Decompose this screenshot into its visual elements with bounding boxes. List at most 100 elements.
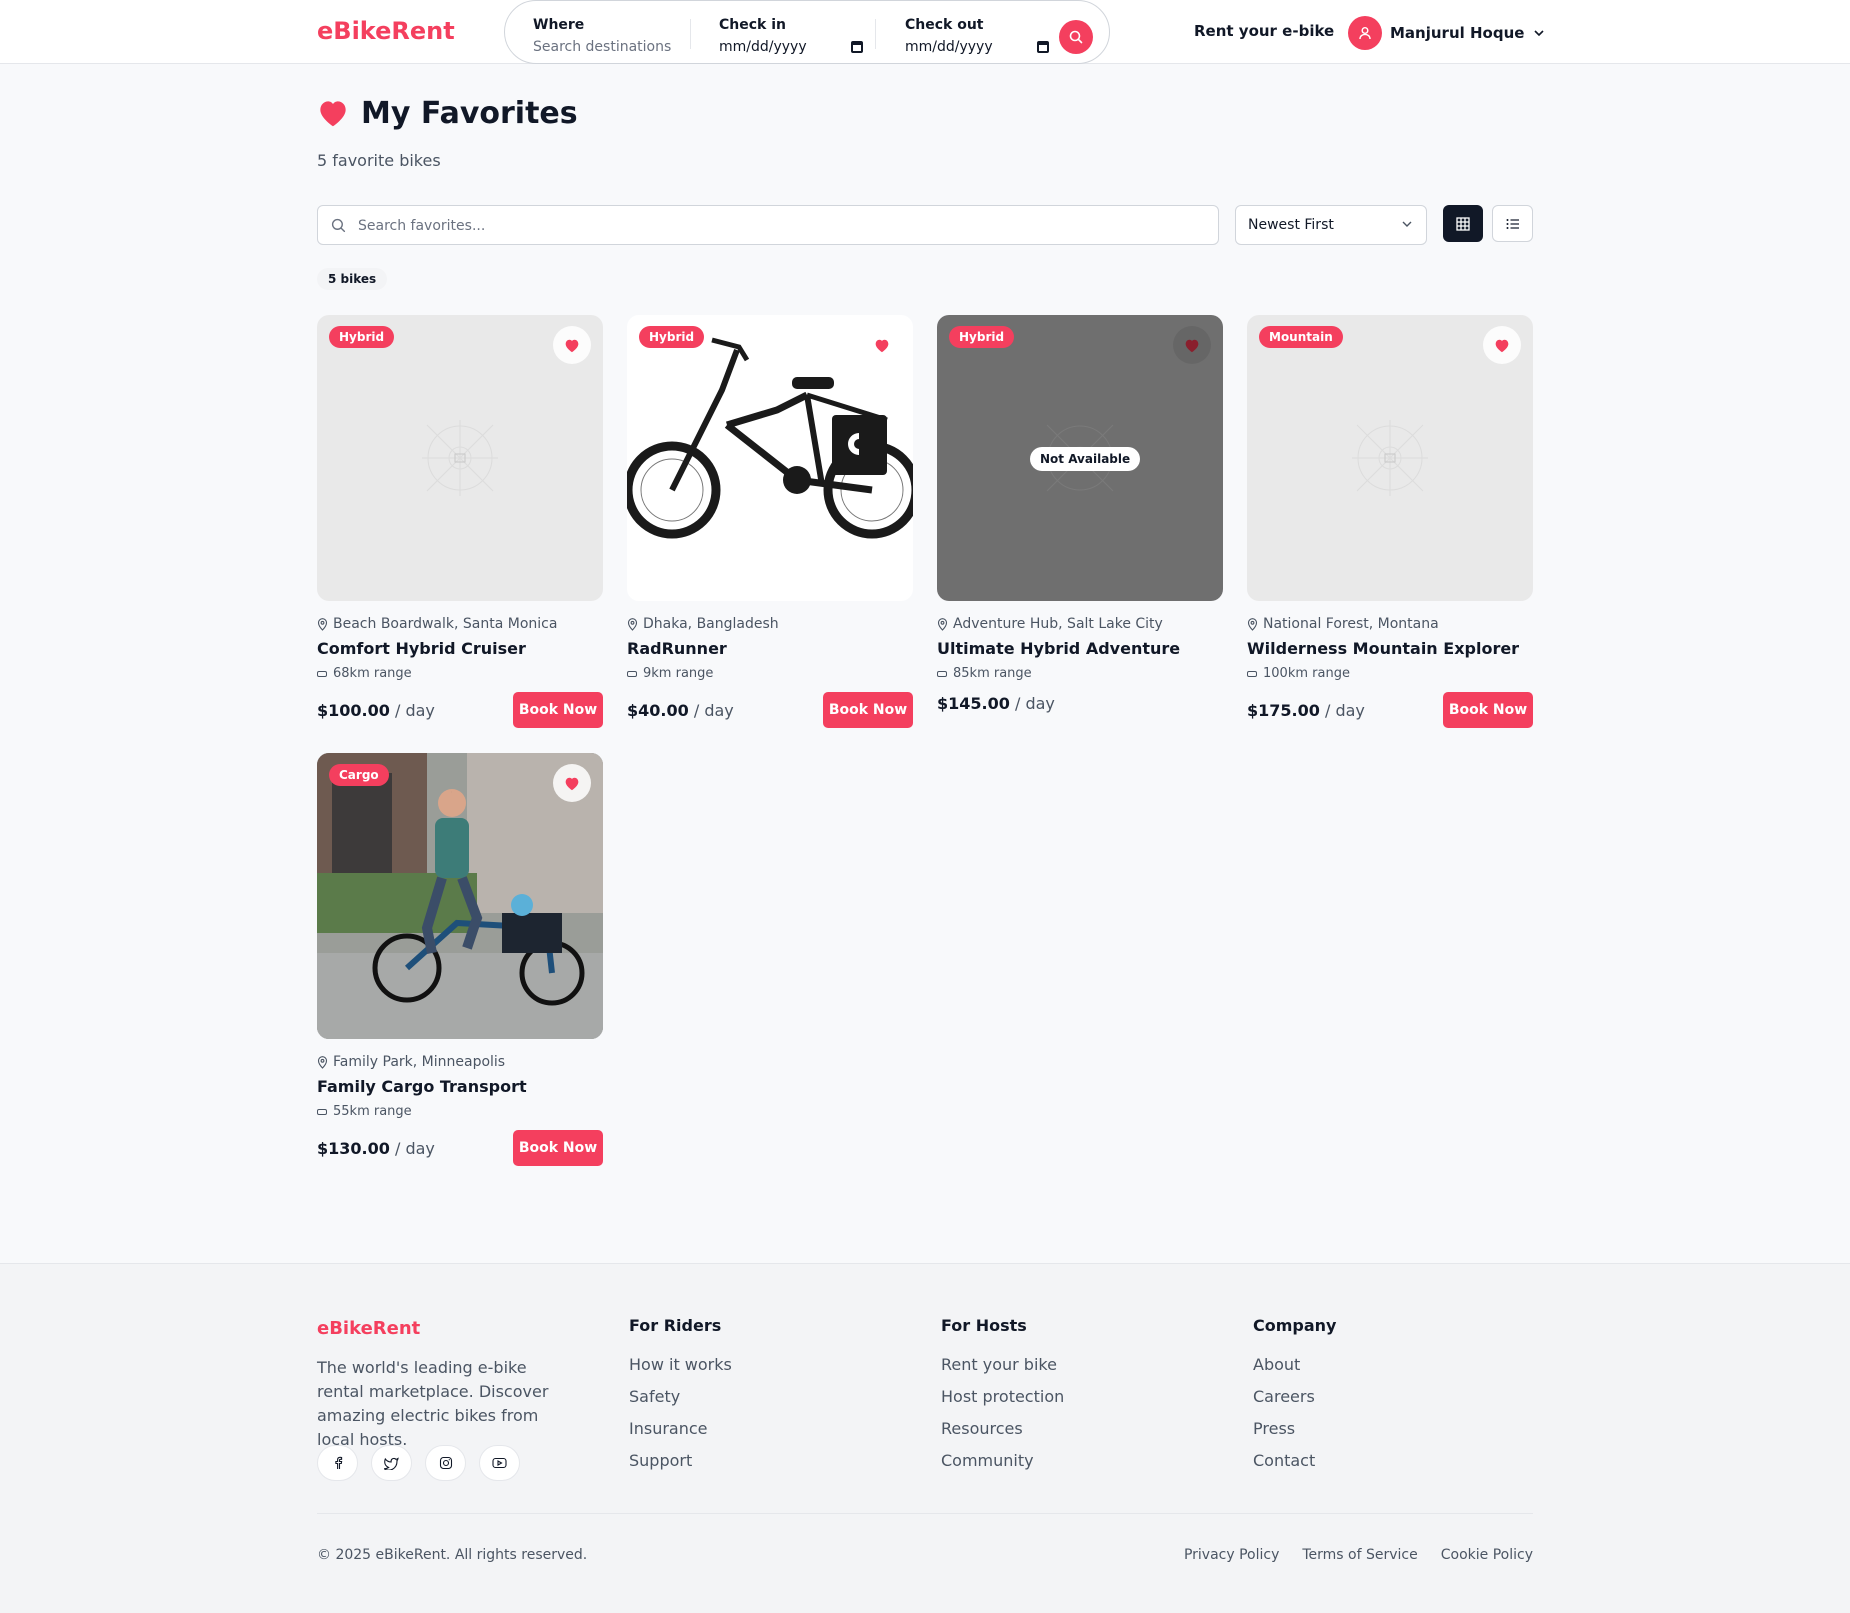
calendar-icon[interactable] <box>1036 41 1049 53</box>
favorite-button[interactable] <box>863 326 901 364</box>
footer-link[interactable]: Host protection <box>941 1386 1064 1407</box>
where-field[interactable]: Where Search destinations <box>533 17 671 55</box>
price-unit: / day <box>1014 694 1055 713</box>
instagram-link[interactable] <box>425 1445 466 1481</box>
bike-card[interactable]: Hybrid Not Available Adventure Hub, Salt… <box>937 315 1223 728</box>
footer-link[interactable]: Support <box>629 1450 732 1471</box>
map-pin-icon <box>317 1055 328 1069</box>
checkout-input[interactable]: mm/dd/yyyy <box>905 39 1049 55</box>
price: $145.00 / day <box>937 694 1055 713</box>
bike-range: 100km range <box>1247 666 1533 681</box>
footer-link[interactable]: Careers <box>1253 1386 1336 1407</box>
range-text: 9km range <box>643 666 714 681</box>
checkin-input[interactable]: mm/dd/yyyy <box>719 39 863 55</box>
bike-location: Dhaka, Bangladesh <box>627 616 913 632</box>
location-text: Dhaka, Bangladesh <box>643 616 779 632</box>
footer-description: The world's leading e-bike rental market… <box>317 1358 549 1449</box>
bike-count-badge: 5 bikes <box>317 268 388 290</box>
bike-image-placeholder[interactable]: Hybrid <box>317 315 603 601</box>
checkin-field[interactable]: Check in mm/dd/yyyy <box>719 17 863 55</box>
rent-your-ebike-link[interactable]: Rent your e-bike <box>1194 22 1334 40</box>
where-input[interactable]: Search destinations <box>533 39 671 55</box>
location-text: Adventure Hub, Salt Lake City <box>953 616 1163 632</box>
battery-icon <box>317 1108 327 1115</box>
heart-icon <box>565 339 579 352</box>
bike-card[interactable]: Cargo Family Park, Minneapolis Family Ca… <box>317 753 603 1166</box>
search-button[interactable] <box>1059 20 1093 54</box>
grid-icon <box>1456 216 1470 231</box>
sort-select[interactable]: Newest First <box>1235 205 1427 245</box>
range-text: 68km range <box>333 666 412 681</box>
footer-link[interactable]: Resources <box>941 1418 1064 1439</box>
price-unit: / day <box>693 701 734 720</box>
map-pin-icon <box>937 617 948 631</box>
footer-link[interactable]: Press <box>1253 1418 1336 1439</box>
grid-view-button[interactable] <box>1443 205 1483 242</box>
favorite-button[interactable] <box>1483 326 1521 364</box>
price-value: $100.00 <box>317 701 390 720</box>
footer-column-title: For Hosts <box>941 1316 1027 1335</box>
bike-range: 68km range <box>317 666 603 681</box>
calendar-icon[interactable] <box>850 41 863 53</box>
footer-column-title: Company <box>1253 1316 1337 1335</box>
where-label: Where <box>533 17 585 33</box>
footer-link[interactable]: About <box>1253 1354 1336 1375</box>
footer-link[interactable]: Contact <box>1253 1450 1336 1471</box>
bike-name[interactable]: Wilderness Mountain Explorer <box>1247 639 1533 658</box>
favorite-button[interactable] <box>553 326 591 364</box>
footer-link[interactable]: How it works <box>629 1354 732 1375</box>
search-favorites-input[interactable] <box>358 215 1178 237</box>
twitter-link[interactable] <box>371 1445 412 1481</box>
price-row: $100.00 / day Book Now <box>317 692 603 728</box>
book-now-button[interactable]: Book Now <box>513 1130 603 1166</box>
footer-link[interactable]: Insurance <box>629 1418 732 1439</box>
favorite-button[interactable] <box>1173 326 1211 364</box>
bike-card[interactable]: Mountain National Forest, Montana Wilder… <box>1247 315 1533 728</box>
bike-name[interactable]: Comfort Hybrid Cruiser <box>317 639 603 658</box>
terms-of-service-link[interactable]: Terms of Service <box>1302 1547 1417 1563</box>
privacy-policy-link[interactable]: Privacy Policy <box>1184 1547 1279 1563</box>
price-value: $145.00 <box>937 694 1010 713</box>
category-badge: Hybrid <box>639 326 705 348</box>
copyright: © 2025 eBikeRent. All rights reserved. <box>317 1547 588 1563</box>
user-menu[interactable]: Manjurul Hoque <box>1348 16 1545 50</box>
favorite-button[interactable] <box>553 764 591 802</box>
footer-link[interactable]: Rent your bike <box>941 1354 1064 1375</box>
range-text: 55km range <box>333 1104 412 1119</box>
bike-image[interactable]: Hybrid <box>627 315 913 601</box>
book-now-button[interactable]: Book Now <box>823 692 913 728</box>
battery-icon <box>937 670 947 677</box>
facebook-link[interactable] <box>317 1445 358 1481</box>
price-value: $130.00 <box>317 1139 390 1158</box>
favorites-count-text: 5 favorite bikes <box>317 151 441 170</box>
footer-logo[interactable]: eBikeRent <box>317 1318 420 1339</box>
cookie-policy-link[interactable]: Cookie Policy <box>1441 1547 1533 1563</box>
price: $100.00 / day <box>317 701 435 720</box>
bike-range: 9km range <box>627 666 913 681</box>
bike-name[interactable]: Ultimate Hybrid Adventure <box>937 639 1223 658</box>
price-row: $130.00 / day Book Now <box>317 1130 603 1166</box>
price-unit: / day <box>394 701 435 720</box>
heart-icon <box>1495 339 1509 352</box>
bike-name[interactable]: Family Cargo Transport <box>317 1077 603 1096</box>
youtube-link[interactable] <box>479 1445 520 1481</box>
list-view-button[interactable] <box>1492 205 1533 242</box>
footer-link[interactable]: Safety <box>629 1386 732 1407</box>
bike-name[interactable]: RadRunner <box>627 639 913 658</box>
bike-image-placeholder[interactable]: Hybrid Not Available <box>937 315 1223 601</box>
bike-card[interactable]: Hybrid Beach Boardwalk, Santa Monica Com… <box>317 315 603 728</box>
footer-link[interactable]: Community <box>941 1450 1064 1471</box>
map-pin-icon <box>1247 617 1258 631</box>
user-name: Manjurul Hoque <box>1390 24 1525 42</box>
legal-links: Privacy Policy Terms of Service Cookie P… <box>1161 1547 1533 1563</box>
logo[interactable]: eBikeRent <box>317 17 455 45</box>
bike-image[interactable]: Cargo <box>317 753 603 1039</box>
bike-range: 55km range <box>317 1104 603 1119</box>
bike-image-placeholder[interactable]: Mountain <box>1247 315 1533 601</box>
book-now-button[interactable]: Book Now <box>1443 692 1533 728</box>
book-now-button[interactable]: Book Now <box>513 692 603 728</box>
battery-icon <box>317 670 327 677</box>
bike-card[interactable]: Hybrid Dhaka, Bangladesh RadRunner 9km r… <box>627 315 913 728</box>
footer-column-hosts: For Hosts Rent your bike Host protection… <box>941 1316 1064 1471</box>
checkout-field[interactable]: Check out mm/dd/yyyy <box>905 17 1049 55</box>
